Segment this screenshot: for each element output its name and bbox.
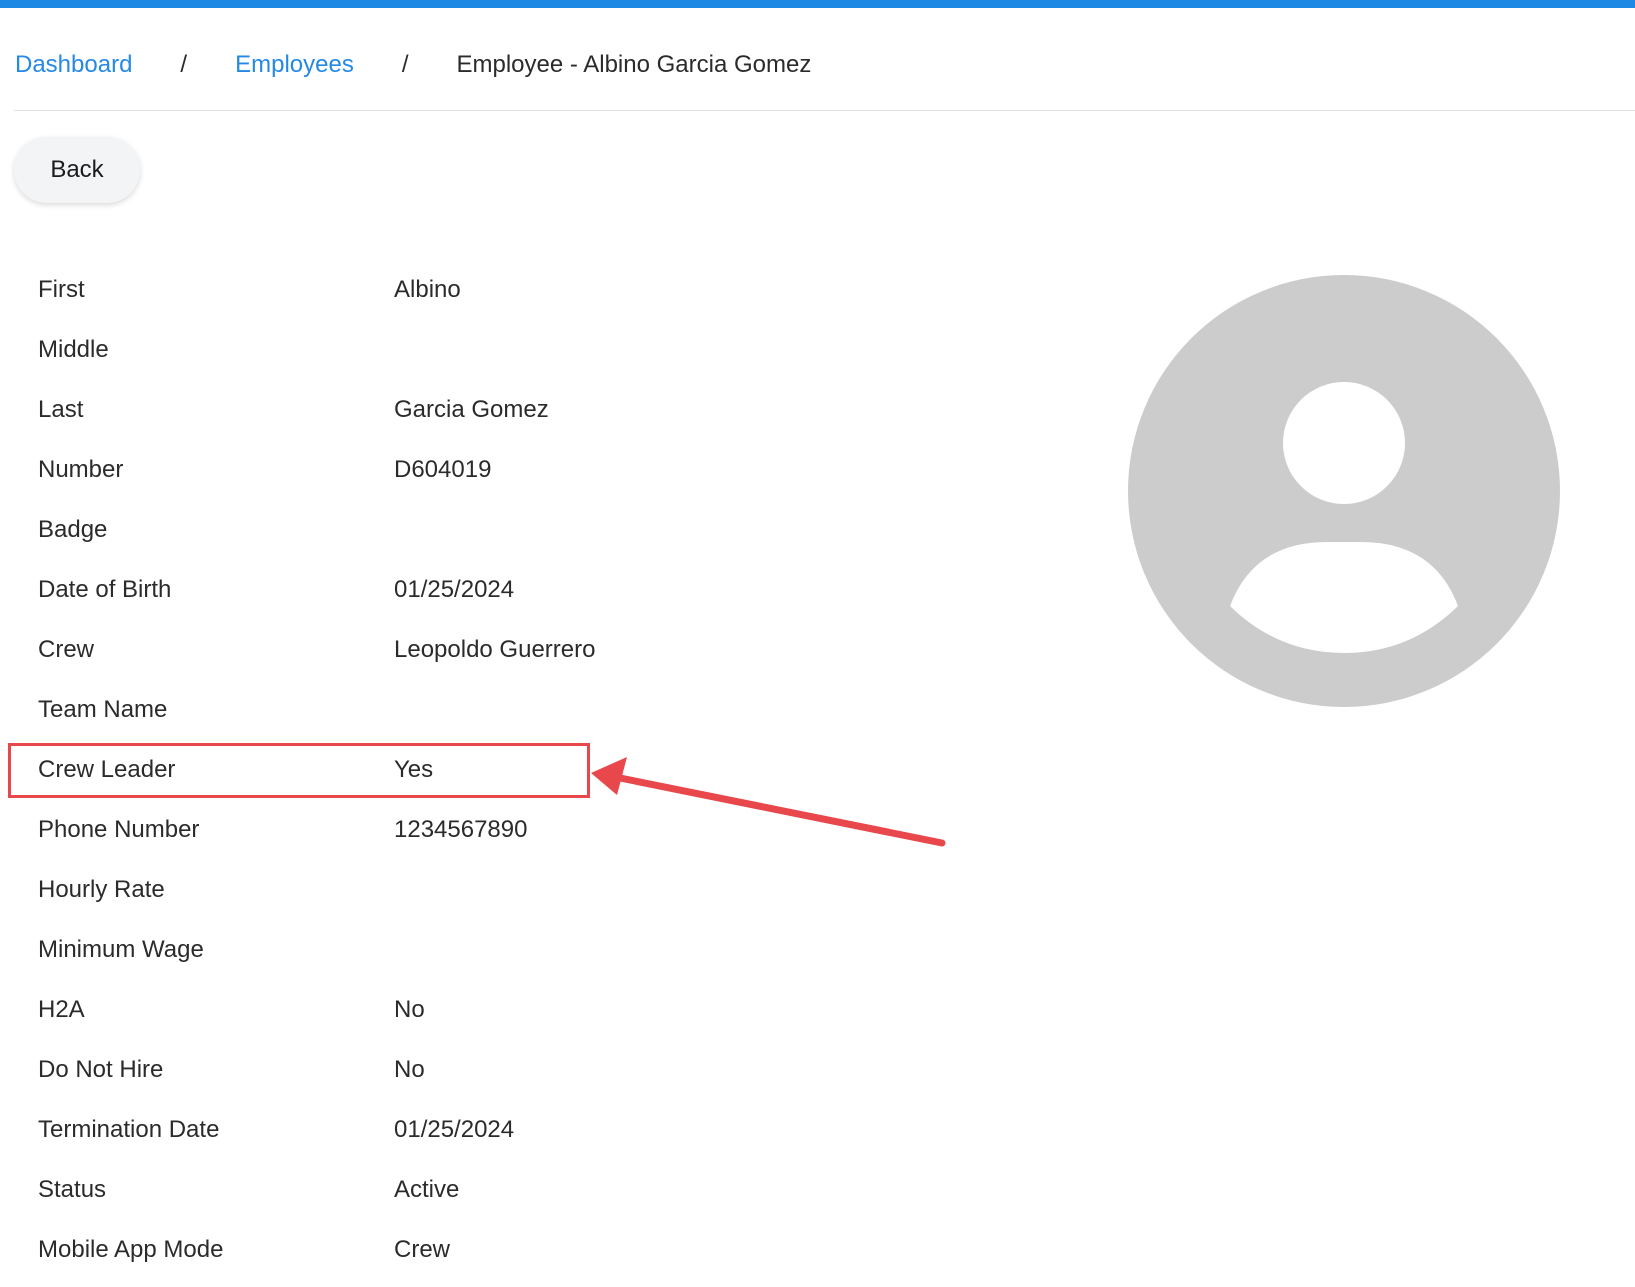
field-row-status: Status Active (38, 1162, 1038, 1222)
field-label: H2A (38, 996, 85, 1023)
field-label: Number (38, 456, 124, 483)
field-label: Date of Birth (38, 576, 172, 603)
field-label: Hourly Rate (38, 876, 165, 903)
field-row-termination-date: Termination Date 01/25/2024 (38, 1102, 1038, 1162)
breadcrumb-separator: / (180, 51, 188, 78)
field-label: Middle (38, 336, 109, 363)
back-button[interactable]: Back (14, 137, 140, 203)
breadcrumb-separator: / (401, 51, 409, 78)
user-avatar-icon (1128, 275, 1560, 707)
field-value: Leopoldo Guerrero (394, 636, 596, 663)
field-row-h2a: H2A No (38, 982, 1038, 1042)
field-label: Team Name (38, 696, 168, 723)
field-row-date-of-birth: Date of Birth 01/25/2024 (38, 562, 1038, 622)
field-label: Crew Leader (38, 756, 176, 783)
field-row-first: First Albino (38, 262, 1038, 322)
field-row-hourly-rate: Hourly Rate (38, 862, 1038, 922)
field-row-badge: Badge (38, 502, 1038, 562)
top-accent-bar (0, 0, 1635, 8)
arrow-icon (591, 757, 946, 847)
field-label: Status (38, 1176, 107, 1203)
field-label: Mobile App Mode (38, 1236, 224, 1263)
field-row-crew: Crew Leopoldo Guerrero (38, 622, 1038, 682)
breadcrumb: Dashboard / Employees / Employee - Albin… (15, 40, 811, 90)
field-label: First (38, 276, 85, 303)
field-label: Crew (38, 636, 95, 663)
field-label: Do Not Hire (38, 1056, 164, 1083)
field-value: 01/25/2024 (394, 576, 515, 603)
field-row-number: Number D604019 (38, 442, 1038, 502)
field-value: Yes (394, 756, 434, 783)
employee-detail-page: Dashboard / Employees / Employee - Albin… (0, 0, 1635, 1287)
field-label: Termination Date (38, 1116, 220, 1143)
page-title: Employee - Albino Garcia Gomez (456, 51, 812, 78)
field-value: 01/25/2024 (394, 1116, 515, 1143)
field-label: Badge (38, 516, 108, 543)
field-row-mobile-app-mode: Mobile App Mode Crew (38, 1222, 1038, 1282)
field-value: Crew (394, 1236, 451, 1263)
field-row-team-name: Team Name (38, 682, 1038, 742)
field-row-last: Last Garcia Gomez (38, 382, 1038, 442)
field-row-minimum-wage: Minimum Wage (38, 922, 1038, 982)
field-value: No (394, 1056, 425, 1083)
field-label: Minimum Wage (38, 936, 204, 963)
field-label: Last (38, 396, 84, 423)
field-value: Garcia Gomez (394, 396, 549, 423)
field-value: No (394, 996, 425, 1023)
header-divider (14, 110, 1635, 111)
field-row-do-not-hire: Do Not Hire No (38, 1042, 1038, 1102)
field-value: Albino (394, 276, 461, 303)
field-value: D604019 (394, 456, 492, 483)
field-label: Phone Number (38, 816, 200, 843)
breadcrumb-employees-link[interactable]: Employees (235, 51, 354, 79)
field-row-middle: Middle (38, 322, 1038, 382)
field-value: Active (394, 1176, 460, 1203)
breadcrumb-dashboard-link[interactable]: Dashboard (15, 51, 132, 79)
field-value: 1234567890 (394, 816, 528, 843)
